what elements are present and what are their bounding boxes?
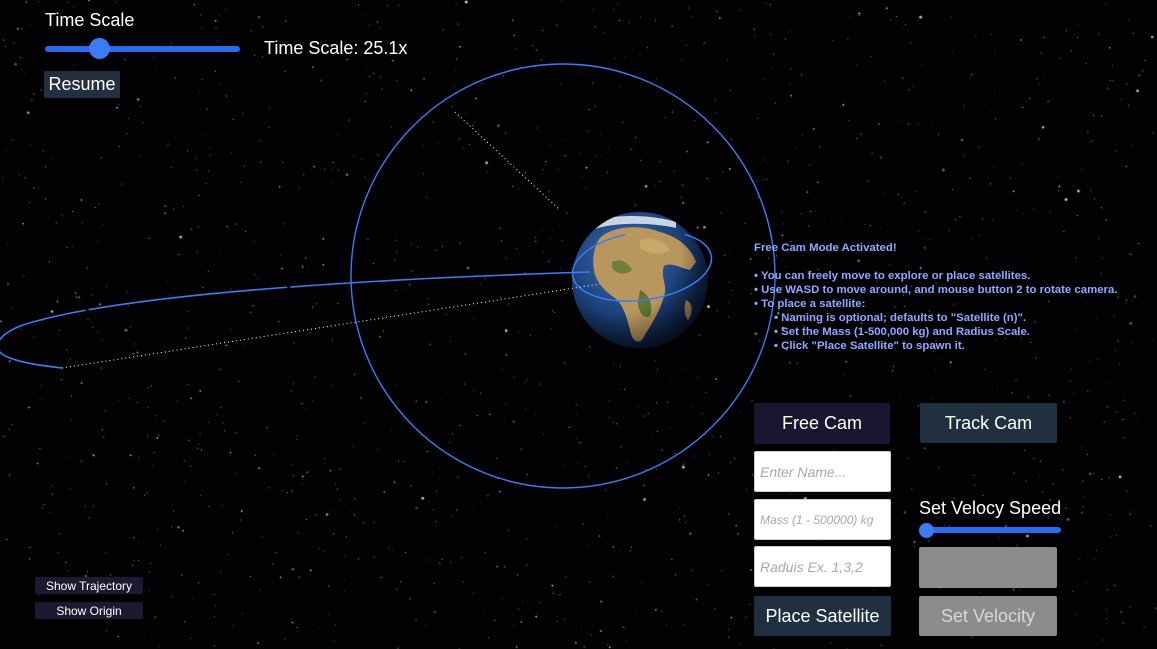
satellite-radius-input[interactable] (754, 546, 891, 587)
earth-globe-icon[interactable] (572, 212, 708, 348)
resume-button[interactable]: Resume (44, 71, 120, 98)
time-scale-value: Time Scale: 25.1x (264, 38, 408, 58)
trajectory-dots-icon (61, 283, 601, 369)
velocity-slider-thumb[interactable] (919, 523, 934, 538)
free-cam-button[interactable]: Free Cam (754, 403, 890, 444)
info-line: • You can freely move to explore or plac… (754, 270, 1031, 282)
free-cam-info-panel: Free Cam Mode Activated! • You can freel… (754, 241, 1134, 353)
set-velocity-button[interactable]: Set Velocity (919, 596, 1057, 636)
show-origin-button[interactable]: Show Origin (35, 602, 143, 619)
time-scale-slider-thumb[interactable] (88, 38, 110, 59)
satellite-mass-input[interactable] (754, 499, 891, 540)
velocity-value-field[interactable] (919, 547, 1057, 588)
velocity-speed-label: Set Velocy Speed (919, 498, 1062, 518)
satellite-name-input[interactable] (754, 451, 891, 492)
info-sub-line: • Naming is optional; defaults to "Satel… (774, 312, 1027, 324)
info-line: • Use WASD to move around, and mouse but… (754, 284, 1118, 296)
track-cam-button[interactable]: Track Cam (920, 403, 1057, 443)
trajectory-dots-icon (454, 111, 561, 211)
time-scale-label: Time Scale (45, 10, 135, 30)
trajectory-orbit (0, 271, 591, 369)
velocity-slider-track[interactable] (919, 527, 1061, 533)
info-line: • To place a satellite: (754, 298, 866, 310)
orbit-ring-large (350, 63, 776, 489)
info-sub-line: • Set the Mass (1-500,000 kg) and Radius… (774, 326, 1030, 338)
time-scale-slider-track[interactable] (45, 46, 240, 52)
info-sub-line: • Click "Place Satellite" to spawn it. (774, 340, 965, 352)
show-trajectory-button[interactable]: Show Trajectory (35, 577, 143, 594)
info-title: Free Cam Mode Activated! (754, 242, 897, 254)
place-satellite-button[interactable]: Place Satellite (754, 596, 891, 636)
